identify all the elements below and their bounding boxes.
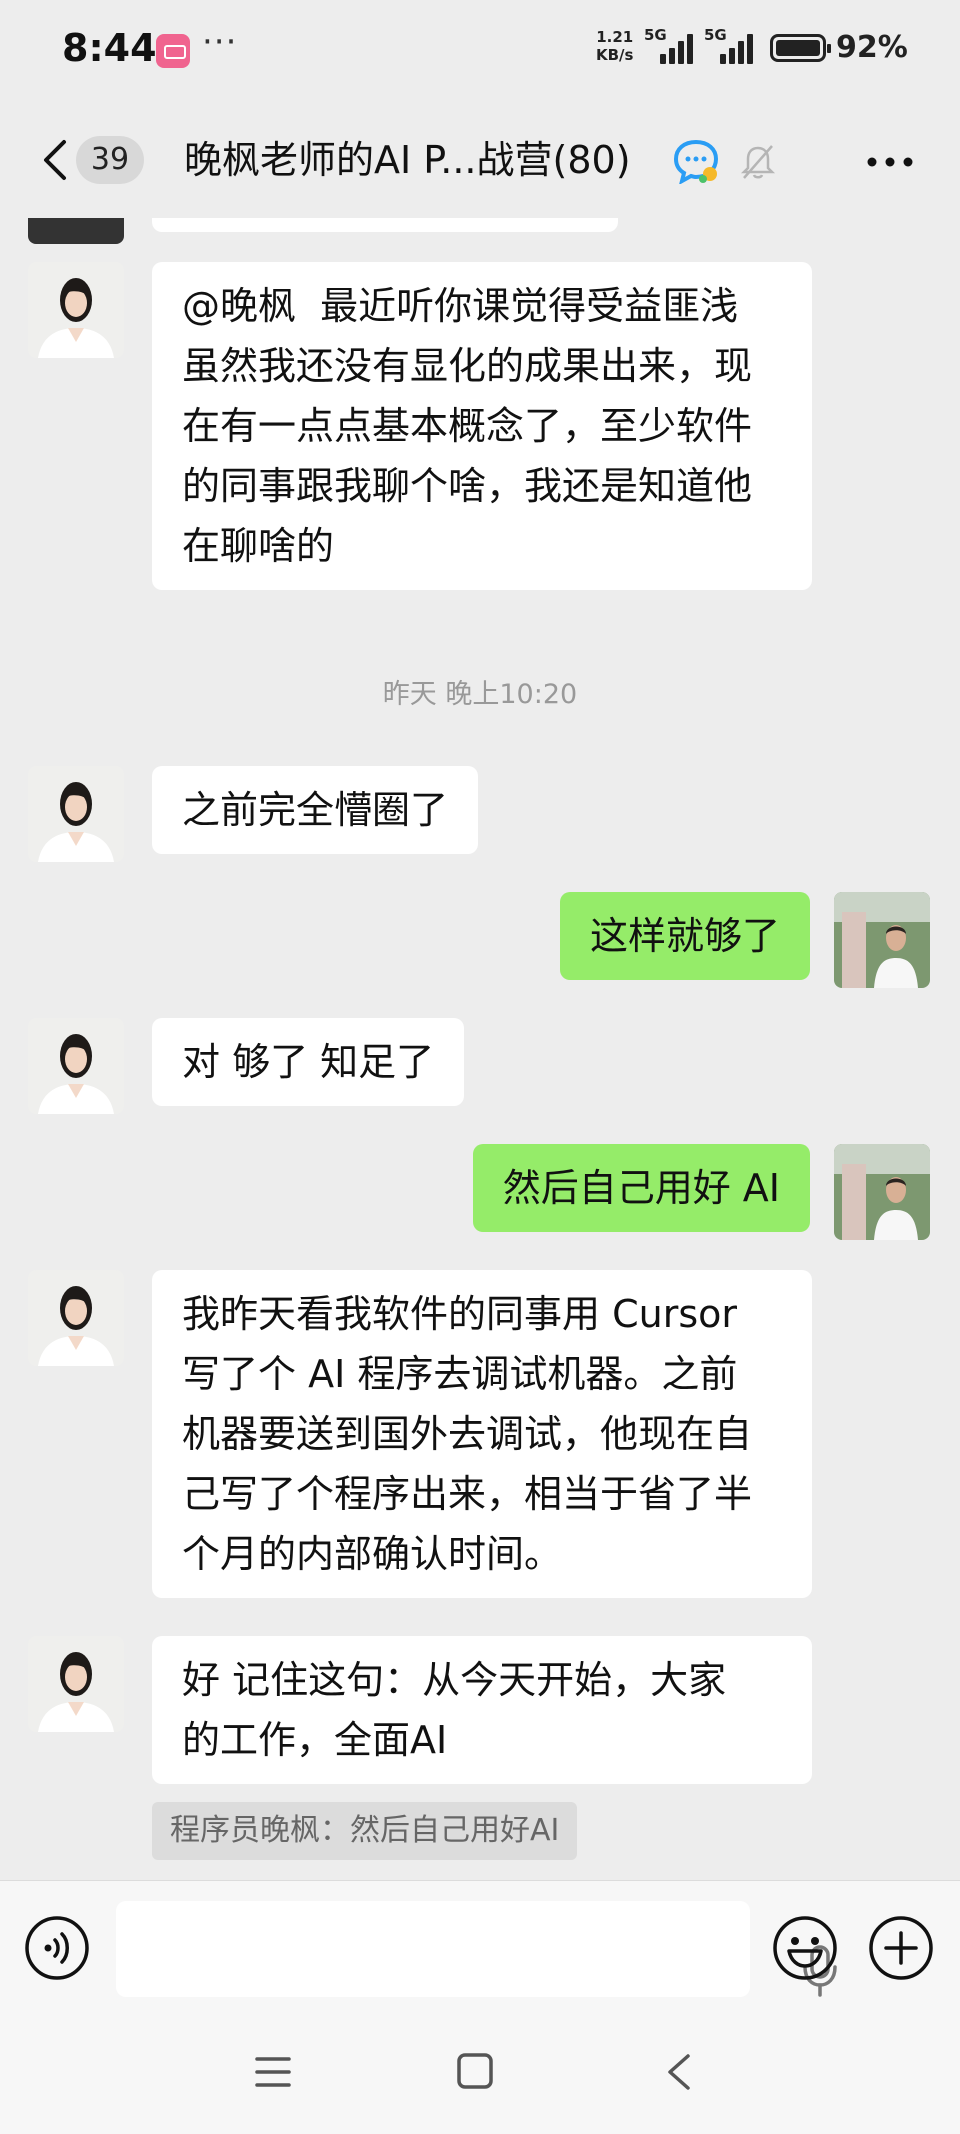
avatar-partial[interactable]	[28, 218, 124, 244]
message-text: 然后自己用好 AI	[502, 1166, 780, 1210]
network-speed: 1.21 KB/s	[596, 28, 633, 64]
recent-apps-icon[interactable]	[254, 2054, 292, 2090]
voice-icon[interactable]	[24, 1915, 90, 1981]
avatar-sender[interactable]	[28, 766, 124, 862]
message-bubble[interactable]: 好 记住这句：从今天开始，大家 的工作，全面AI	[152, 1636, 812, 1784]
signal-icon-1	[660, 30, 694, 64]
status-bar: 8:44 ··· 1.21 KB/s 5G 5G 92%	[0, 0, 960, 100]
message-text: 我昨天看我软件的同事用 Cursor 写了个 AI 程序去调试机器。之前 机器要…	[182, 1292, 753, 1576]
avatar-sender[interactable]	[28, 1636, 124, 1732]
plus-icon[interactable]	[868, 1915, 934, 1981]
chat-header: 39 晚枫老师的AI P...战营(80)	[0, 100, 960, 218]
quoted-reply[interactable]: 程序员晚枫：然后自己用好AI	[152, 1802, 578, 1860]
ai-assistant-icon[interactable]	[672, 138, 720, 184]
avatar-sender[interactable]	[28, 262, 124, 358]
avatar-sender[interactable]	[28, 1270, 124, 1366]
message-text: 好 记住这句：从今天开始，大家 的工作，全面AI	[182, 1658, 727, 1762]
message-bubble[interactable]: 我昨天看我软件的同事用 Cursor 写了个 AI 程序去调试机器。之前 机器要…	[152, 1270, 812, 1598]
timestamp: 昨天 晚上10:20	[382, 679, 578, 710]
message-bubble[interactable]: 之前完全懵圈了	[152, 766, 479, 854]
message-input[interactable]	[116, 1901, 837, 1997]
message-input-bar	[0, 1880, 960, 2014]
emoji-icon[interactable]	[772, 1915, 838, 1981]
signal-icon-2	[720, 30, 754, 64]
battery-percent: 92%	[836, 30, 908, 65]
message-bubble[interactable]: @晚枫 最近听你课觉得受益匪浅 虽然我还没有显化的成果出来，现 在有一点点基本概…	[152, 262, 812, 590]
message-text: @晚枫 最近听你课觉得受益匪浅 虽然我还没有显化的成果出来，现 在有一点点基本概…	[182, 284, 753, 568]
avatar-self[interactable]	[834, 1144, 930, 1240]
battery-icon	[770, 34, 831, 62]
chevron-left-icon[interactable]	[38, 138, 78, 182]
status-more-icon: ···	[202, 22, 238, 62]
chat-messages: @晚枫 最近听你课觉得受益匪浅 虽然我还没有显化的成果出来，现 在有一点点基本概…	[0, 218, 960, 1880]
unread-count-badge: 39	[76, 136, 144, 184]
message-text: 对 够了 知足了	[182, 1040, 435, 1084]
home-icon[interactable]	[456, 2052, 494, 2090]
message-text: 之前完全懵圈了	[182, 788, 449, 832]
message-bubble-outgoing[interactable]: 然后自己用好 AI	[472, 1144, 810, 1232]
back-nav-icon[interactable]	[662, 2052, 694, 2092]
network-speed-value: 1.21	[596, 28, 634, 46]
message-bubble[interactable]: 对 够了 知足了	[152, 1018, 465, 1106]
message-bubble-partial[interactable]	[152, 218, 618, 232]
bilibili-app-icon	[156, 34, 190, 68]
avatar-self[interactable]	[834, 892, 930, 988]
bell-muted-icon	[740, 145, 776, 179]
message-bubble-outgoing[interactable]: 这样就够了	[559, 892, 810, 980]
avatar-sender[interactable]	[28, 1018, 124, 1114]
chat-title[interactable]: 晚枫老师的AI P...战营(80)	[184, 136, 631, 184]
status-time: 8:44	[62, 26, 157, 70]
network-speed-unit: KB/s	[596, 46, 634, 64]
message-text: 这样就够了	[589, 914, 780, 958]
system-nav-bar	[0, 2014, 960, 2134]
more-dots-icon[interactable]	[866, 156, 914, 168]
